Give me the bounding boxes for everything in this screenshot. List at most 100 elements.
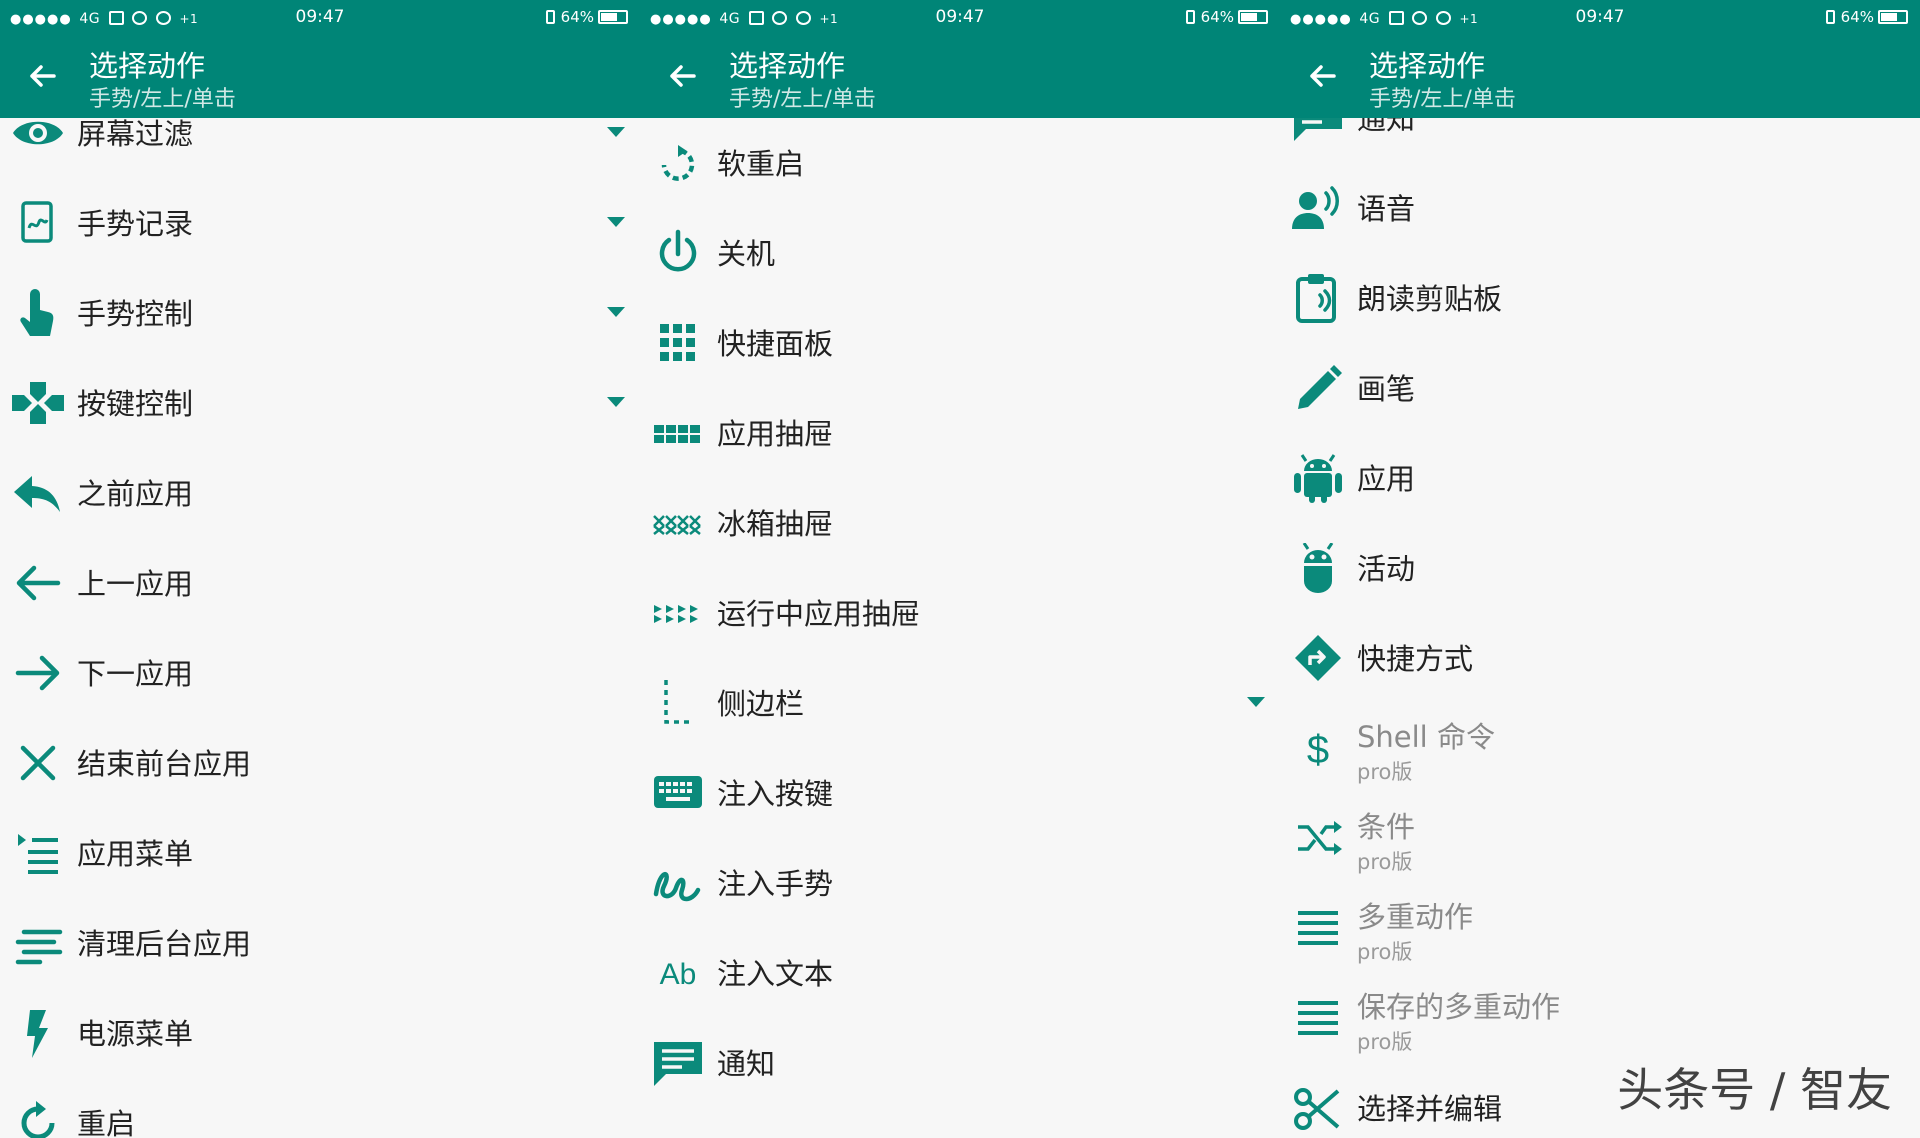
list-item[interactable]: 应用菜单 (0, 808, 640, 898)
pencil-icon (1290, 363, 1346, 413)
status-time: 09:47 (935, 7, 985, 27)
page-subtitle: 手势/左上/单击 (1369, 87, 1516, 112)
page-title: 选择动作 (729, 49, 846, 83)
list-item[interactable]: 多重动作 pro版 (1280, 883, 1920, 973)
list-item[interactable]: Ab 注入文本 (640, 928, 1280, 1018)
list-item[interactable]: 手势控制 (0, 268, 640, 358)
status-time: 09:47 (1575, 7, 1625, 27)
expand-caret-icon[interactable] (1247, 697, 1265, 707)
list-item[interactable]: 重启 (0, 1078, 640, 1138)
pro-badge: pro版 (1357, 850, 1413, 874)
back-button[interactable] (22, 56, 62, 96)
back-button[interactable] (1302, 56, 1342, 96)
shuffle-icon (1290, 813, 1346, 863)
list-item[interactable]: 手势记录 (0, 178, 640, 268)
text-ab-icon: Ab (650, 948, 706, 998)
list-item[interactable]: 冰箱抽屉 (640, 478, 1280, 568)
screen-panel-1: ●●●●● 4G +1 09:47 64% 选择动作 手势/左上/单击 屏幕过滤… (0, 0, 640, 1138)
list-item[interactable]: 按键控制 (0, 358, 640, 448)
list-item[interactable]: 清理后台应用 (0, 898, 640, 988)
list-item[interactable]: 之前应用 (0, 448, 640, 538)
action-list[interactable]: 屏幕过滤手势记录 手势控制 按键控制 之前应用上一应用下一应用结束前台应用 应用菜单清理… (0, 118, 640, 1138)
list-item[interactable]: 通知 (640, 1018, 1280, 1108)
status-bar: ●●●●● 4G +1 09:47 64% (0, 0, 640, 35)
action-list[interactable]: 通知 语音朗读剪贴板画笔应用活动快捷方式 $ Shell 命令 pro版条件 pro版多重… (1280, 118, 1920, 1138)
shortcut-icon (1290, 633, 1346, 683)
notification-icon (1290, 118, 1346, 143)
menu-list-icon (10, 828, 66, 878)
battery-percent: 64% (1200, 8, 1234, 26)
list-item[interactable]: 下一应用 (0, 628, 640, 718)
lines-icon (1290, 903, 1346, 953)
list-item[interactable]: 活动 (1280, 523, 1920, 613)
list-item-label: 保存的多重动作 (1357, 990, 1561, 1024)
list-item[interactable]: 上一应用 (0, 538, 640, 628)
arrow-left-icon (10, 558, 66, 608)
svg-text:$: $ (1307, 728, 1329, 772)
battery-icon (598, 10, 628, 24)
list-item[interactable]: 朗读剪贴板 (1280, 253, 1920, 343)
list-item[interactable]: 条件 pro版 (1280, 793, 1920, 883)
back-button[interactable] (662, 56, 702, 96)
page-title: 选择动作 (1369, 49, 1486, 83)
svg-text:Ab: Ab (660, 958, 697, 991)
list-item-label: 画笔 (1357, 372, 1416, 406)
list-item[interactable]: 屏幕过滤 (0, 118, 640, 178)
expand-caret-icon[interactable] (607, 127, 625, 137)
arrow-back-icon (670, 65, 696, 87)
freezer-drawer-icon (650, 498, 706, 548)
list-item-label: 应用抽屉 (717, 417, 834, 451)
flash-icon (10, 1008, 66, 1058)
list-item[interactable]: 运行中应用抽屉 (640, 568, 1280, 658)
arrow-back-icon (30, 65, 56, 87)
list-item-label: 屏幕过滤 (77, 118, 194, 151)
list-item-label: 多重动作 (1357, 900, 1474, 934)
list-item[interactable]: 通知 (1280, 118, 1920, 163)
gesture-icon (650, 858, 706, 908)
list-item[interactable]: 侧边栏 (640, 658, 1280, 748)
list-item-label: 上一应用 (77, 567, 194, 601)
list-item[interactable]: 电源菜单 (0, 988, 640, 1078)
list-item-label: 应用菜单 (77, 837, 194, 871)
list-item[interactable]: 快捷方式 (1280, 613, 1920, 703)
action-list[interactable]: 软重启 关机 快捷面板应用抽屉冰箱抽屉 运行中应用抽屉 侧边栏注入按键注入手势 Ab 注入文… (640, 118, 1280, 1138)
list-item[interactable]: $ Shell 命令 pro版 (1280, 703, 1920, 793)
list-item-label: 注入按键 (717, 777, 834, 811)
list-item-label: 电源菜单 (77, 1017, 194, 1051)
lines-icon (1290, 993, 1346, 1043)
page-title: 选择动作 (89, 49, 206, 83)
list-item-label: 快捷方式 (1357, 642, 1474, 676)
gesture-record-icon (10, 198, 66, 248)
status-time: 09:47 (295, 7, 345, 27)
list-item-label: 注入手势 (717, 867, 834, 901)
list-item[interactable]: 软重启 (640, 118, 1280, 208)
list-item-label: 应用 (1357, 462, 1416, 496)
list-item[interactable]: 保存的多重动作 pro版 (1280, 973, 1920, 1063)
list-item[interactable]: 画笔 (1280, 343, 1920, 433)
list-item[interactable]: 关机 (640, 208, 1280, 298)
list-item[interactable]: 快捷面板 (640, 298, 1280, 388)
android-head-icon (1290, 543, 1346, 593)
expand-caret-icon[interactable] (607, 217, 625, 227)
list-item[interactable]: 应用抽屉 (640, 388, 1280, 478)
soft-restart-icon (650, 138, 706, 188)
arrow-back-icon (1310, 65, 1336, 87)
list-item-label: 通知 (717, 1047, 776, 1081)
expand-caret-icon[interactable] (607, 397, 625, 407)
list-item-label: 条件 (1357, 810, 1416, 844)
app-bar: 选择动作 手势/左上/单击 (640, 35, 1280, 118)
list-item-label: 下一应用 (77, 657, 194, 691)
expand-caret-icon[interactable] (607, 307, 625, 317)
keyboard-icon (650, 768, 706, 818)
scissors-icon (1290, 1083, 1346, 1133)
list-item[interactable]: 语音 (1280, 163, 1920, 253)
arrow-right-icon (10, 648, 66, 698)
list-item[interactable]: 结束前台应用 (0, 718, 640, 808)
list-item[interactable]: 注入按键 (640, 748, 1280, 838)
list-item-label: 结束前台应用 (77, 747, 252, 781)
page-subtitle: 手势/左上/单击 (89, 87, 236, 112)
list-item[interactable]: 应用 (1280, 433, 1920, 523)
android-icon (1290, 453, 1346, 503)
list-item-label: 朗读剪贴板 (1357, 282, 1503, 316)
list-item[interactable]: 注入手势 (640, 838, 1280, 928)
